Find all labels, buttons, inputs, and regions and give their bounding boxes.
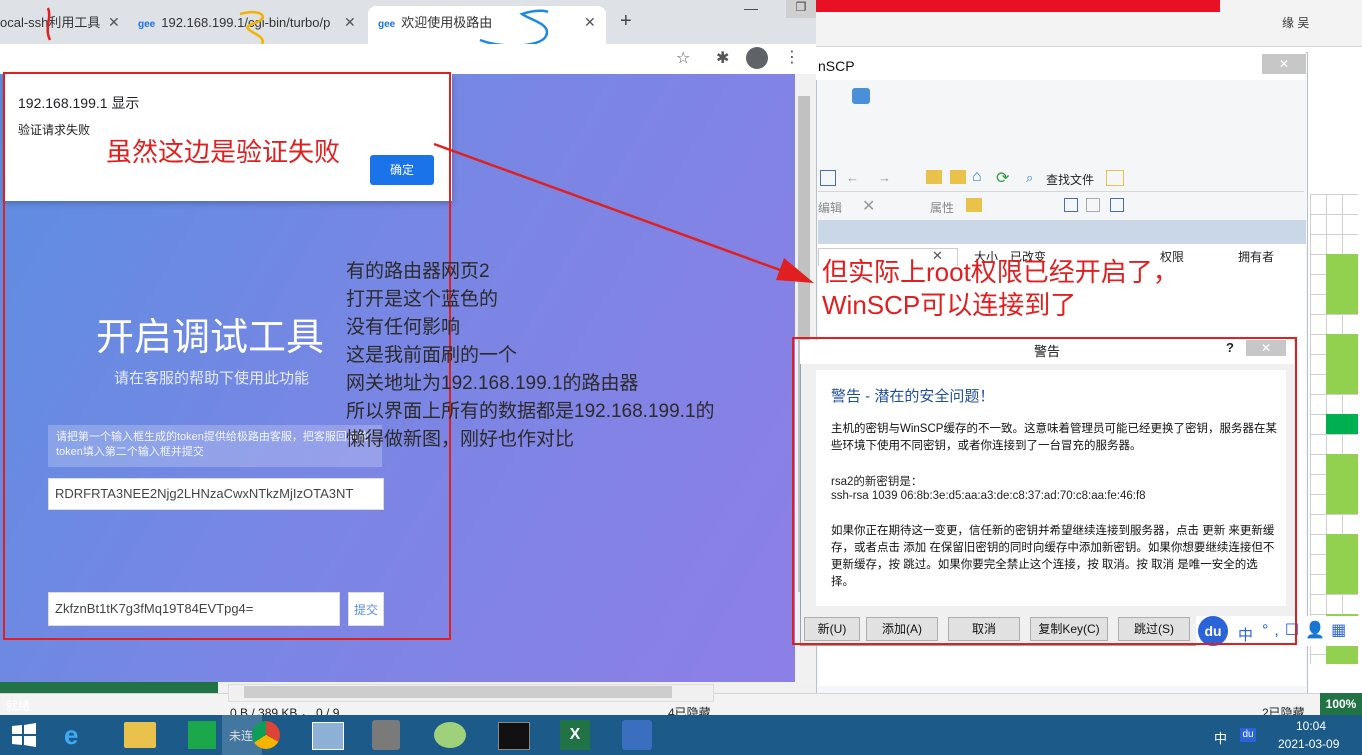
winscp-session-icon[interactable] <box>852 88 870 104</box>
clock-date[interactable]: 2021-03-09 <box>1278 737 1339 751</box>
minimize-button[interactable]: — <box>744 0 758 16</box>
back-arrow-icon[interactable]: ← <box>846 170 859 185</box>
home-icon[interactable]: ⌂ <box>972 168 982 186</box>
excel-green-cells <box>1326 254 1358 314</box>
store-icon[interactable] <box>188 721 216 749</box>
note-line: 没有任何影响 <box>346 317 461 338</box>
scrollbar-thumb[interactable] <box>244 686 672 698</box>
windows-start-icon[interactable] <box>10 722 38 748</box>
maximize-button[interactable]: ❐ <box>786 0 816 18</box>
taskbar-label: 未连 <box>229 729 254 743</box>
note-line: 这是我前面刷的一个 <box>346 345 518 366</box>
clock-time[interactable]: 10:04 <box>1296 719 1326 733</box>
new-tab-button[interactable]: + <box>620 10 632 33</box>
delete-icon[interactable]: ✕ <box>862 196 875 216</box>
lock-app-icon[interactable] <box>372 720 400 750</box>
note-line: 打开是这个蓝色的 <box>346 289 499 310</box>
network-icon[interactable] <box>312 722 344 750</box>
winscp-path-bar <box>818 220 1306 244</box>
folder-up-icon[interactable] <box>926 170 942 184</box>
star-icon[interactable]: ☆ <box>676 48 690 68</box>
winscp-titlebar[interactable] <box>816 52 1306 80</box>
excel-green-cells <box>1326 454 1358 514</box>
excel-status-ready: 就绪 <box>6 699 31 713</box>
wechat-icon[interactable] <box>434 722 466 748</box>
winscp-close-button[interactable]: ✕ <box>1262 54 1306 74</box>
tray-language[interactable]: 中 <box>1214 728 1227 747</box>
note-line: 网关地址为192.168.199.1的路由器 <box>346 373 639 394</box>
minus-icon[interactable] <box>1086 198 1100 212</box>
annotation-failed-text: 虽然这边是验证失败 <box>106 137 341 167</box>
annotation-arrow-icon <box>433 142 814 283</box>
note-line: 所以界面上所有的数据都是192.168.199.1的 <box>346 401 715 422</box>
excel-icon[interactable]: X <box>560 720 590 750</box>
search-icon[interactable]: ⌕ <box>1026 170 1033 186</box>
refresh-icon[interactable]: ⟳ <box>996 168 1009 188</box>
tray-ime-icon[interactable]: du <box>1240 728 1256 742</box>
excel-red-bar <box>816 0 1220 12</box>
forward-arrow-icon[interactable]: → <box>878 170 891 185</box>
annotation-line: WinSCP可以连接到了 <box>822 290 1077 320</box>
winscp-title: nSCP <box>818 58 855 74</box>
plus-icon[interactable] <box>1064 198 1078 212</box>
file-explorer-icon[interactable] <box>124 722 156 748</box>
annotation-box-right <box>792 337 1297 645</box>
annotation-root-text: 但实际上root权限已经开启了， WinSCP可以连接到了 <box>822 256 1179 322</box>
properties-button[interactable]: 属性 <box>930 199 954 216</box>
note-line: 懒得做新图，刚好也作对比 <box>346 429 575 450</box>
excel-green-cells <box>1326 534 1358 594</box>
profile-avatar[interactable] <box>746 47 768 69</box>
winscp-taskbar-icon[interactable] <box>622 720 652 750</box>
find-files-button[interactable]: 查找文件 <box>1046 171 1094 188</box>
filter-icon[interactable] <box>1110 198 1124 212</box>
extensions-icon[interactable]: ✱ <box>716 48 729 68</box>
zoom-level[interactable]: 100% <box>1320 693 1362 715</box>
excel-green-cells <box>1326 414 1358 434</box>
tree-icon[interactable] <box>1106 170 1124 186</box>
excel-user-name[interactable]: 缘 吴 <box>1282 14 1309 31</box>
chrome-icon[interactable] <box>252 721 280 749</box>
annotation-line: 但实际上root权限已经开启了， <box>822 257 1179 287</box>
terminal-icon[interactable] <box>498 722 530 750</box>
menu-icon[interactable]: ⋮ <box>784 47 800 67</box>
excel-green-cells <box>1326 334 1358 394</box>
ie-icon[interactable]: e <box>64 720 78 751</box>
browser-toolbar <box>0 44 816 74</box>
root-folder-icon[interactable] <box>950 170 966 184</box>
column-owner[interactable]: 拥有者 <box>1238 248 1274 265</box>
new-folder-icon[interactable] <box>966 198 982 212</box>
